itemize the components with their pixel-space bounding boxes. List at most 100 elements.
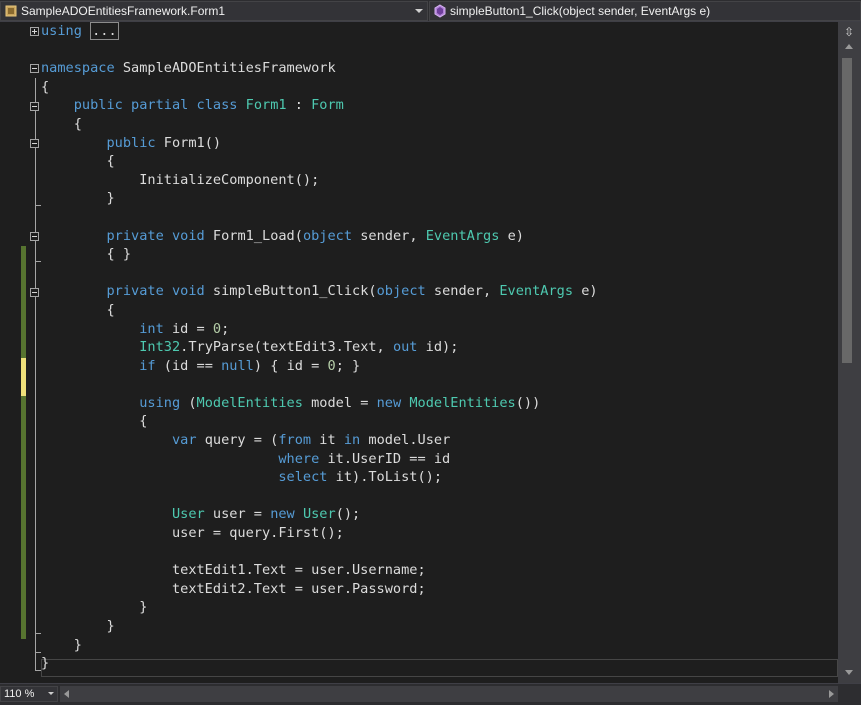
scroll-right-icon[interactable] [829,690,834,698]
code-token: id = [163,320,213,337]
code-token: } [41,618,115,634]
code-line[interactable]: private void simpleButton1_Click(object … [41,282,598,301]
code-line[interactable]: using ... [41,22,598,41]
collapse-icon[interactable] [30,232,39,241]
code-token: ()) [515,394,541,411]
code-token: if [139,357,156,374]
code-line[interactable]: private void Form1_Load(object sender, E… [41,227,598,246]
code-line[interactable] [41,375,598,394]
zoom-dropdown[interactable]: 110 % [0,686,58,702]
outline-guide-namespace [35,78,36,670]
code-line[interactable]: user = query.First(); [41,524,598,543]
code-token: e) [499,227,524,244]
code-line[interactable]: public partial class Form1 : Form [41,96,598,115]
code-line[interactable]: } [41,654,598,673]
code-token: null [221,357,254,374]
code-line[interactable]: { [41,412,598,431]
code-token: it.UserID == id [319,450,451,467]
code-line[interactable]: if (id == null) { id = 0; } [41,357,598,376]
code-line[interactable]: { [41,301,598,320]
code-token: e) [573,283,598,300]
code-line[interactable]: var query = (from it in model.User [41,431,598,450]
scroll-left-icon[interactable] [64,690,69,698]
collapse-icon[interactable] [30,64,39,73]
code-token: EventArgs [425,227,500,244]
member-dropdown-value: simpleButton1_Click(object sender, Event… [450,4,711,18]
horizontal-scrollbar[interactable] [60,686,838,702]
vertical-scrollbar[interactable]: ⇳ [838,22,861,683]
bottom-bar: 110 % [0,683,861,705]
code-line[interactable]: select it).ToList(); [41,468,598,487]
code-line[interactable]: InitializeComponent(); [41,171,598,190]
collapse-icon[interactable] [30,102,39,111]
code-line[interactable]: public Form1() [41,134,598,153]
code-token: textEdit2.Text = user.Password; [41,580,426,597]
member-dropdown[interactable]: simpleButton1_Click(object sender, Event… [429,1,861,21]
code-token: where [278,450,320,467]
code-token: sender, [425,283,500,300]
code-token: ModelEntities [409,394,516,411]
code-token: (); [335,506,361,523]
code-token: ( [180,394,197,411]
code-line[interactable]: { } [41,245,598,264]
code-line[interactable]: Int32.TryParse(textEdit3.Text, out id); [41,338,598,357]
code-line[interactable]: { [41,115,598,134]
collapse-icon[interactable] [30,288,39,297]
code-token: (id == [155,357,222,374]
scroll-down-icon[interactable] [845,670,853,675]
code-line[interactable] [41,208,598,227]
vertical-scroll-thumb[interactable] [842,58,852,363]
code-token: user = query.First(); [41,525,344,542]
expand-icon[interactable] [30,27,39,36]
code-line[interactable]: textEdit2.Text = user.Password; [41,580,598,599]
code-token: using [139,394,181,411]
code-line[interactable]: User user = new User(); [41,505,598,524]
split-icon[interactable]: ⇳ [842,25,856,39]
code-token: EventArgs [499,283,574,300]
code-line[interactable]: } [41,636,598,655]
code-line[interactable]: int id = 0; [41,320,598,339]
collapse-icon[interactable] [30,139,39,148]
code-line[interactable]: } [41,598,598,617]
type-dropdown[interactable]: SampleADOEntitiesFramework.Form1 [0,1,428,21]
code-token: } [41,636,82,653]
code-token: simpleButton1_Click( [204,283,377,300]
code-line[interactable]: } [41,617,598,636]
code-line[interactable] [41,264,598,283]
code-line[interactable]: using (ModelEntities model = new ModelEn… [41,394,598,413]
code-token: private [106,283,164,300]
code-line[interactable]: { [41,78,598,97]
code-token: void [171,227,205,244]
code-token: class [196,97,238,114]
class-icon [5,5,17,17]
code-line[interactable]: } [41,189,598,208]
code-token: SampleADOEntitiesFramework [114,60,336,77]
code-token: out [392,339,418,356]
collapsed-region[interactable]: ... [90,22,119,40]
code-line[interactable]: where it.UserID == id [41,450,598,469]
code-text[interactable]: using ... namespace SampleADOEntitiesFram… [41,22,598,673]
code-token: { [41,301,115,318]
code-token: in [343,432,361,449]
code-line[interactable]: textEdit1.Text = user.Username; [41,561,598,580]
code-line[interactable]: namespace SampleADOEntitiesFramework [41,59,598,78]
scroll-up-icon[interactable] [845,44,853,49]
code-line[interactable] [41,543,598,562]
code-token: ; [221,320,230,337]
code-editor[interactable]: using ... namespace SampleADOEntitiesFram… [0,22,838,683]
code-token: sender, [352,227,426,244]
code-line[interactable]: { [41,152,598,171]
code-line[interactable] [41,41,598,60]
code-token: User [171,506,205,523]
code-token: .TryParse(textEdit3.Text, [180,339,393,356]
code-line[interactable] [41,487,598,506]
